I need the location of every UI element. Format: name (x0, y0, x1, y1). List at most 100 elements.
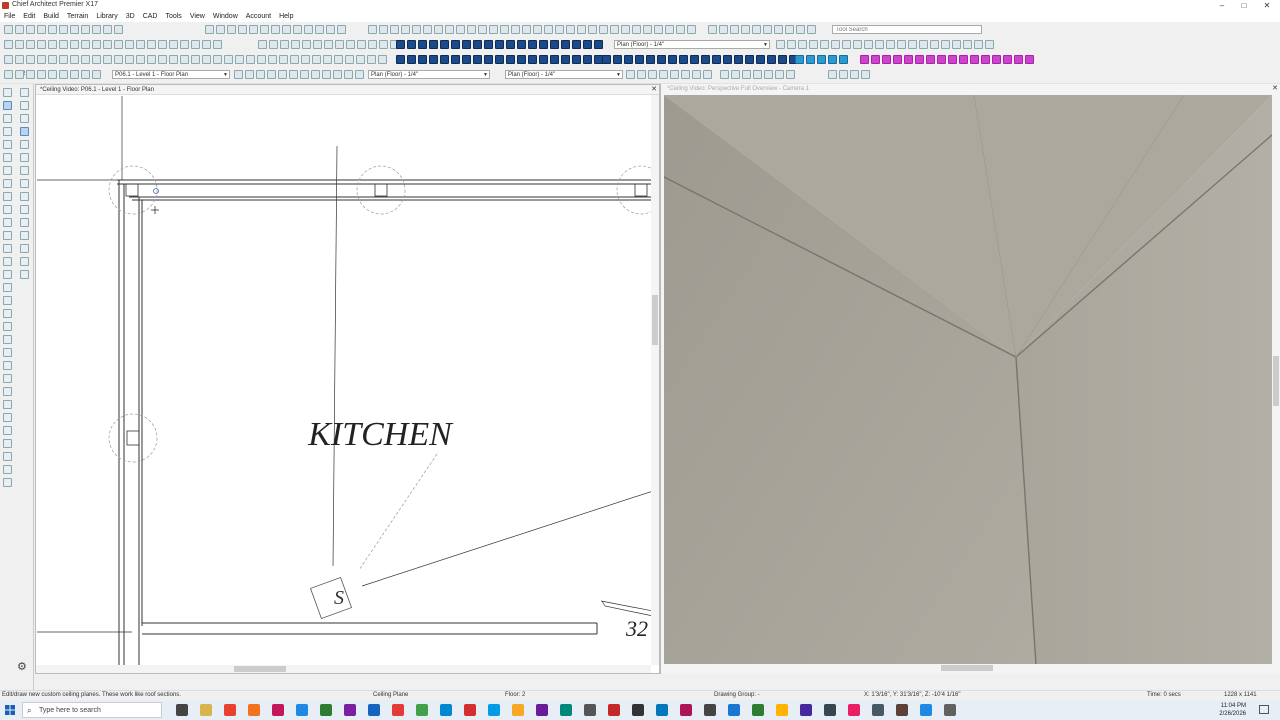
toolbar-tool-button[interactable] (103, 55, 112, 64)
toolbar-tool-button[interactable] (692, 70, 701, 79)
toolbar-tool-button[interactable] (539, 55, 548, 64)
toolbar-tool-button[interactable] (81, 70, 90, 79)
plan-horizontal-scrollbar[interactable] (36, 665, 651, 673)
left-tool-button[interactable] (3, 322, 12, 331)
toolbar-tool-button[interactable] (302, 40, 311, 49)
toolbar-tool-button[interactable] (48, 55, 57, 64)
taskbar-app-icon[interactable] (248, 704, 260, 716)
toolbar-tool-button[interactable] (213, 55, 222, 64)
toolbar-tool-button[interactable] (48, 40, 57, 49)
taskbar-app-icon[interactable] (848, 704, 860, 716)
left-tool-button[interactable] (3, 88, 12, 97)
left-tool-button[interactable] (3, 374, 12, 383)
menu-view[interactable]: View (186, 11, 209, 22)
toolbar-tool-button[interactable] (926, 55, 935, 64)
toolbar-tool-button[interactable] (59, 25, 68, 34)
taskbar-app-icon[interactable] (800, 704, 812, 716)
toolbar-tool-button[interactable] (260, 25, 269, 34)
toolbar-tool-button[interactable] (528, 55, 537, 64)
taskbar-app-icon[interactable] (344, 704, 356, 716)
toolbar-tool-button[interactable] (396, 55, 405, 64)
toolbar-tool-button[interactable] (169, 55, 178, 64)
toolbar-tool-button[interactable] (333, 70, 342, 79)
left-tool-button[interactable] (3, 114, 12, 123)
toolbar-tool-button[interactable] (828, 70, 837, 79)
toolbar-tool-button[interactable] (785, 25, 794, 34)
taskbar-app-icon[interactable] (200, 704, 212, 716)
taskbar-app-icon[interactable] (632, 704, 644, 716)
toolbar-tool-button[interactable] (429, 40, 438, 49)
camera-vertical-scrollbar[interactable] (1272, 94, 1280, 664)
toolbar-tool-button[interactable] (180, 55, 189, 64)
plan-hscroll-thumb[interactable] (234, 666, 286, 672)
toolbar-tool-button[interactable] (445, 25, 454, 34)
light-fixture-circle[interactable] (108, 413, 158, 463)
toolbar-tool-button[interactable] (908, 40, 917, 49)
toolbar-tool-button[interactable] (561, 55, 570, 64)
left-tool-button[interactable] (20, 192, 29, 201)
toolbar-tool-button[interactable] (550, 55, 559, 64)
left-tool-button[interactable] (20, 205, 29, 214)
taskbar-app-icon[interactable] (728, 704, 740, 716)
toolbar-tool-button[interactable] (572, 55, 581, 64)
left-tool-button[interactable] (3, 140, 12, 149)
menu-file[interactable]: File (0, 11, 19, 22)
left-tool-button[interactable] (3, 478, 12, 487)
menu-build[interactable]: Build (39, 11, 63, 22)
left-tool-button[interactable] (3, 439, 12, 448)
toolbar-tool-button[interactable] (767, 55, 776, 64)
toolbar-tool-button[interactable] (795, 55, 804, 64)
toolbar-tool-button[interactable] (37, 40, 46, 49)
toolbar-tool-button[interactable] (278, 70, 287, 79)
toolbar-tool-button[interactable] (528, 40, 537, 49)
toolbar-tool-button[interactable] (495, 40, 504, 49)
toolbar-tool-button[interactable] (456, 25, 465, 34)
toolbar-tool-button[interactable] (401, 25, 410, 34)
toolbar-tool-button[interactable] (992, 55, 1001, 64)
toolbar-tool-button[interactable] (817, 55, 826, 64)
gear-icon[interactable]: ⚙ (17, 660, 27, 673)
toolbar-tool-button[interactable] (566, 25, 575, 34)
toolbar-tool-button[interactable] (676, 25, 685, 34)
toolbar-tool-button[interactable] (473, 40, 482, 49)
left-tool-button[interactable] (20, 101, 29, 110)
left-tool-button[interactable] (20, 257, 29, 266)
toolbar-tool-button[interactable] (511, 25, 520, 34)
toolbar-tool-button[interactable] (730, 25, 739, 34)
taskbar-app-icon[interactable] (704, 704, 716, 716)
toolbar-tool-button[interactable] (257, 55, 266, 64)
toolbar-tool-button[interactable] (15, 25, 24, 34)
toolbar-tool-button[interactable] (15, 40, 24, 49)
left-tool-button[interactable] (3, 452, 12, 461)
toolbar-tool-button[interactable] (577, 25, 586, 34)
toolbar-tool-button[interactable] (850, 70, 859, 79)
toolbar-tool-button[interactable] (462, 55, 471, 64)
left-tool-button[interactable] (3, 335, 12, 344)
toolbar-tool-button[interactable] (544, 25, 553, 34)
left-tool-button[interactable] (3, 153, 12, 162)
toolbar-tool-button[interactable] (418, 40, 427, 49)
left-tool-button[interactable] (3, 270, 12, 279)
toolbar-tool-button[interactable] (4, 40, 13, 49)
toolbar-tool-button[interactable] (489, 25, 498, 34)
taskbar-app-icon[interactable] (440, 704, 452, 716)
toolbar-tool-button[interactable] (37, 70, 46, 79)
toolbar-tool-button[interactable] (626, 70, 635, 79)
toolbar-tool-button[interactable] (326, 25, 335, 34)
toolbar-tool-button[interactable] (665, 25, 674, 34)
toolbar-tool-button[interactable] (390, 25, 399, 34)
toolbar-tool-button[interactable] (26, 55, 35, 64)
menu-terrain[interactable]: Terrain (63, 11, 92, 22)
toolbar-tool-button[interactable] (313, 40, 322, 49)
taskbar-app-icon[interactable] (752, 704, 764, 716)
toolbar-tool-button[interactable] (423, 25, 432, 34)
left-tool-button[interactable] (3, 192, 12, 201)
toolbar-tool-button[interactable] (315, 25, 324, 34)
toolbar-tool-button[interactable] (323, 55, 332, 64)
toolbar-tool-button[interactable] (114, 55, 123, 64)
toolbar-tool-button[interactable] (357, 40, 366, 49)
toolbar-tool-button[interactable] (412, 25, 421, 34)
toolbar-tool-button[interactable] (26, 25, 35, 34)
taskbar-app-icon[interactable] (464, 704, 476, 716)
toolbar-tool-button[interactable] (258, 40, 267, 49)
